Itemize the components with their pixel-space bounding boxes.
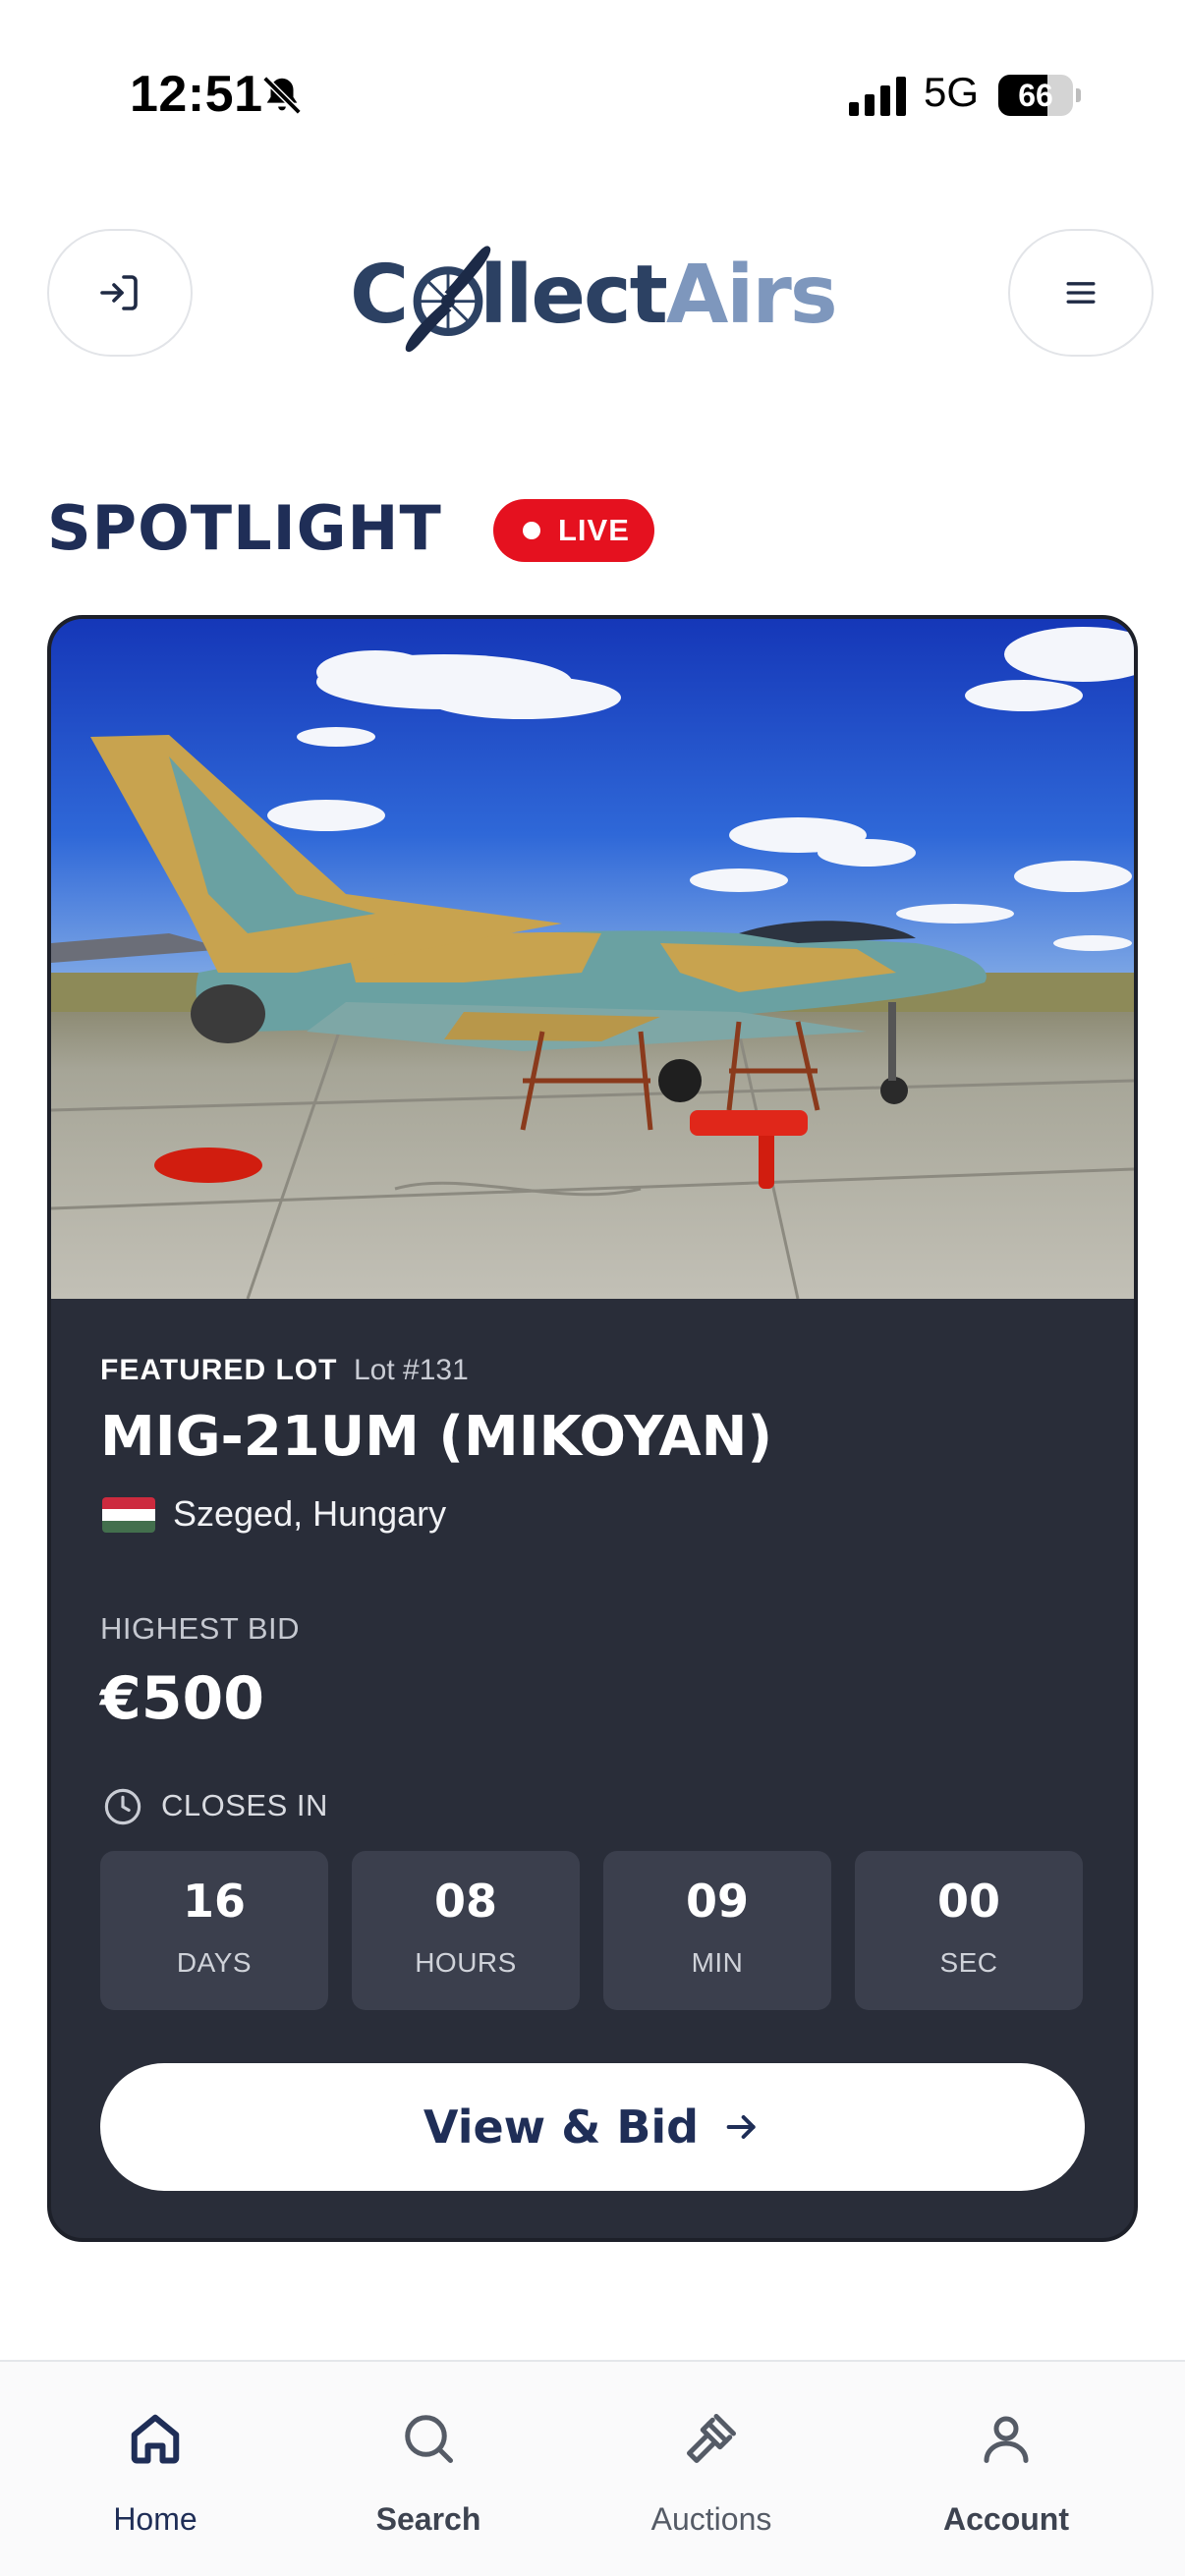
countdown-unit: MIN bbox=[691, 1947, 744, 1978]
lot-title[interactable]: MIG-21UM (MIKOYAN) bbox=[100, 1405, 772, 1469]
user-icon bbox=[984, 2416, 1029, 2463]
featured-lot-card[interactable]: FEATURED LOT Lot #131 MIG-21UM (MIKOYAN)… bbox=[47, 615, 1138, 2242]
login-icon bbox=[100, 275, 138, 310]
closes-in-label: CLOSES IN bbox=[161, 1788, 328, 1822]
flag-stripe bbox=[102, 1521, 155, 1533]
arrow-right-icon bbox=[726, 2115, 756, 2139]
home-icon bbox=[131, 2414, 180, 2464]
nav-label-search: Search bbox=[375, 2501, 481, 2537]
countdown-hours: 08 HOURS bbox=[352, 1851, 580, 2010]
spotlight-title: SPOTLIGHT bbox=[47, 492, 442, 564]
battery-level: 66 bbox=[1018, 78, 1053, 113]
countdown-unit: HOURS bbox=[415, 1947, 517, 1978]
countdown-minutes: 09 MIN bbox=[603, 1851, 831, 2010]
view-and-bid-label: View & Bid bbox=[423, 2100, 700, 2154]
login-button[interactable] bbox=[47, 229, 193, 357]
countdown-value: 08 bbox=[433, 1875, 497, 1928]
status-bar: 12:51 5G 66 bbox=[0, 0, 1185, 187]
menu-button[interactable] bbox=[1008, 229, 1154, 357]
battery-icon: 66 bbox=[998, 75, 1081, 116]
hungary-flag-icon bbox=[102, 1497, 155, 1533]
live-badge: LIVE bbox=[493, 499, 654, 562]
app-header: CllectAirs bbox=[0, 226, 1185, 364]
countdown-unit: DAYS bbox=[176, 1947, 253, 1978]
live-dot-icon bbox=[523, 522, 540, 539]
nav-label-home: Home bbox=[113, 2501, 198, 2537]
gavel-icon bbox=[687, 2414, 736, 2463]
countdown-value: 16 bbox=[182, 1875, 246, 1928]
nav-item-account[interactable]: Account bbox=[898, 2362, 1114, 2558]
propeller-logo-icon bbox=[405, 246, 491, 353]
highest-bid-value: €500 bbox=[100, 1664, 264, 1733]
collectairs-logo[interactable]: CllectAirs bbox=[350, 234, 838, 356]
countdown-value: 09 bbox=[685, 1875, 749, 1928]
nav-item-home[interactable]: Home bbox=[47, 2362, 263, 2558]
flag-stripe bbox=[102, 1497, 155, 1509]
bell-slash-icon bbox=[262, 76, 302, 115]
featured-lot-label: FEATURED LOT bbox=[100, 1354, 338, 1386]
nav-item-search[interactable]: Search bbox=[320, 2362, 536, 2558]
lot-location: Szeged, Hungary bbox=[173, 1493, 447, 1534]
countdown-seconds: 00 SEC bbox=[855, 1851, 1083, 2010]
nav-label-auctions: Auctions bbox=[650, 2501, 772, 2537]
search-icon bbox=[405, 2415, 453, 2463]
aircraft-photo[interactable] bbox=[51, 619, 1134, 1299]
flag-stripe bbox=[102, 1509, 155, 1521]
bottom-navigation: Home Search Auctions Account bbox=[0, 2360, 1185, 2576]
clock-icon bbox=[104, 1788, 141, 1825]
countdown-unit: SEC bbox=[939, 1947, 998, 1978]
view-and-bid-button[interactable]: View & Bid bbox=[100, 2063, 1085, 2191]
highest-bid-label: HIGHEST BID bbox=[100, 1611, 301, 1646]
nav-item-auctions[interactable]: Auctions bbox=[603, 2362, 819, 2558]
status-time: 12:51 bbox=[130, 66, 263, 123]
cellular-signal-icon bbox=[849, 77, 906, 116]
nav-label-account: Account bbox=[943, 2501, 1069, 2537]
countdown-days: 16 DAYS bbox=[100, 1851, 328, 2010]
live-badge-label: LIVE bbox=[558, 513, 630, 547]
lot-number: Lot #131 bbox=[354, 1354, 469, 1386]
network-type: 5G bbox=[924, 69, 980, 115]
countdown-value: 00 bbox=[936, 1875, 1000, 1928]
hamburger-menu-icon bbox=[1066, 282, 1096, 304]
